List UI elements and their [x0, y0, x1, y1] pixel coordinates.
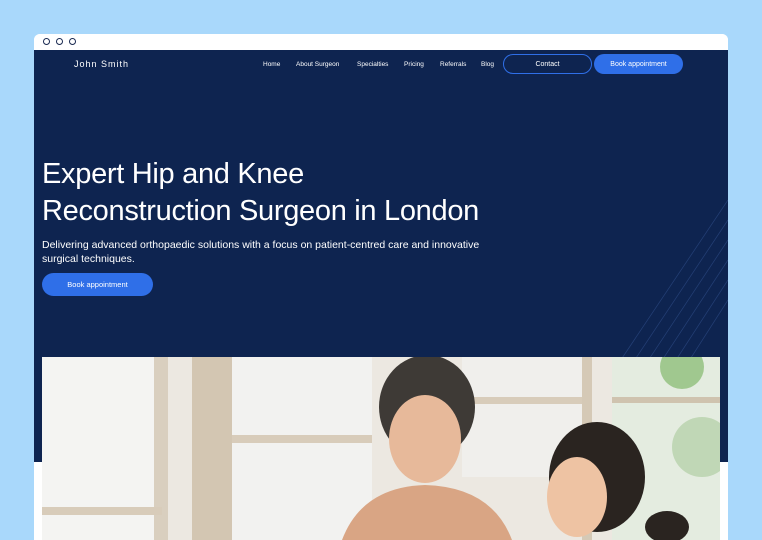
- hero-subtitle: Delivering advanced orthopaedic solution…: [42, 239, 480, 265]
- hero-title-line: Expert Hip and Knee: [42, 158, 304, 190]
- hero-photo: [42, 357, 720, 540]
- browser-window: John Smith Home About Surgeon Specialtie…: [34, 34, 728, 540]
- window-dot-icon[interactable]: [56, 38, 63, 45]
- nav-specialties[interactable]: Specialties: [357, 61, 388, 68]
- book-appointment-nav-button[interactable]: Book appointment: [594, 54, 683, 74]
- website: John Smith Home About Surgeon Specialtie…: [34, 50, 728, 540]
- book-appointment-hero-button[interactable]: Book appointment: [42, 273, 153, 296]
- hero-photo-illustration: [42, 357, 720, 540]
- nav-referrals[interactable]: Referrals: [440, 61, 466, 68]
- nav-home[interactable]: Home: [263, 61, 280, 68]
- window-titlebar: [34, 34, 728, 50]
- hero-title: Expert Hip and Knee Reconstruction Surge…: [42, 156, 562, 230]
- nav-blog[interactable]: Blog: [481, 61, 494, 68]
- nav-about-surgeon[interactable]: About Surgeon: [296, 61, 339, 68]
- contact-button[interactable]: Contact: [503, 54, 592, 74]
- site-logo[interactable]: John Smith: [74, 59, 129, 69]
- hero-title-line: Reconstruction Surgeon in London: [42, 195, 479, 227]
- window-dot-icon[interactable]: [43, 38, 50, 45]
- nav-pricing[interactable]: Pricing: [404, 61, 424, 68]
- window-dot-icon[interactable]: [69, 38, 76, 45]
